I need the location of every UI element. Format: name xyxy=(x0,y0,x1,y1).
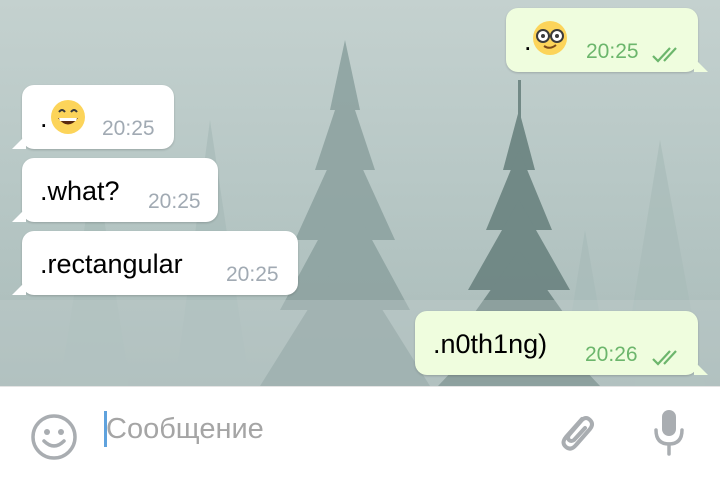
message-time: 20:25 xyxy=(226,263,279,286)
paperclip-icon[interactable] xyxy=(552,409,600,457)
message-time: 20:25 xyxy=(586,40,639,63)
double-check-icon xyxy=(652,47,677,63)
bubble-tail xyxy=(12,208,26,222)
message-bubble-outgoing[interactable]: . 20:25 xyxy=(506,8,708,72)
grinning-face-icon xyxy=(51,100,85,134)
message-text: .rectangular xyxy=(40,249,183,279)
bubble-tail xyxy=(694,361,708,375)
message-text: .what? xyxy=(40,176,120,206)
message-bubble-incoming[interactable]: . 20:25 xyxy=(12,85,174,149)
message-bubble-incoming[interactable]: .rectangular 20:25 xyxy=(12,231,298,295)
message-text: . xyxy=(524,26,532,56)
bubble-tail xyxy=(12,135,26,149)
bubble-tail xyxy=(12,281,26,295)
message-time: 20:25 xyxy=(102,117,155,140)
nerd-face-icon xyxy=(533,21,567,55)
microphone-icon[interactable] xyxy=(651,408,687,458)
message-input[interactable] xyxy=(106,409,526,449)
message-composer xyxy=(0,386,720,480)
message-time: 20:26 xyxy=(585,343,638,366)
message-bubble-incoming[interactable]: .what? 20:25 xyxy=(12,158,218,222)
message-text: .n0th1ng) xyxy=(433,329,548,359)
message-bubble-outgoing[interactable]: .n0th1ng) 20:26 xyxy=(415,311,708,375)
double-check-icon xyxy=(652,350,677,366)
message-time: 20:25 xyxy=(148,190,201,213)
bubble-tail xyxy=(694,58,708,72)
message-text: . xyxy=(40,103,48,133)
smile-icon[interactable] xyxy=(30,413,78,461)
